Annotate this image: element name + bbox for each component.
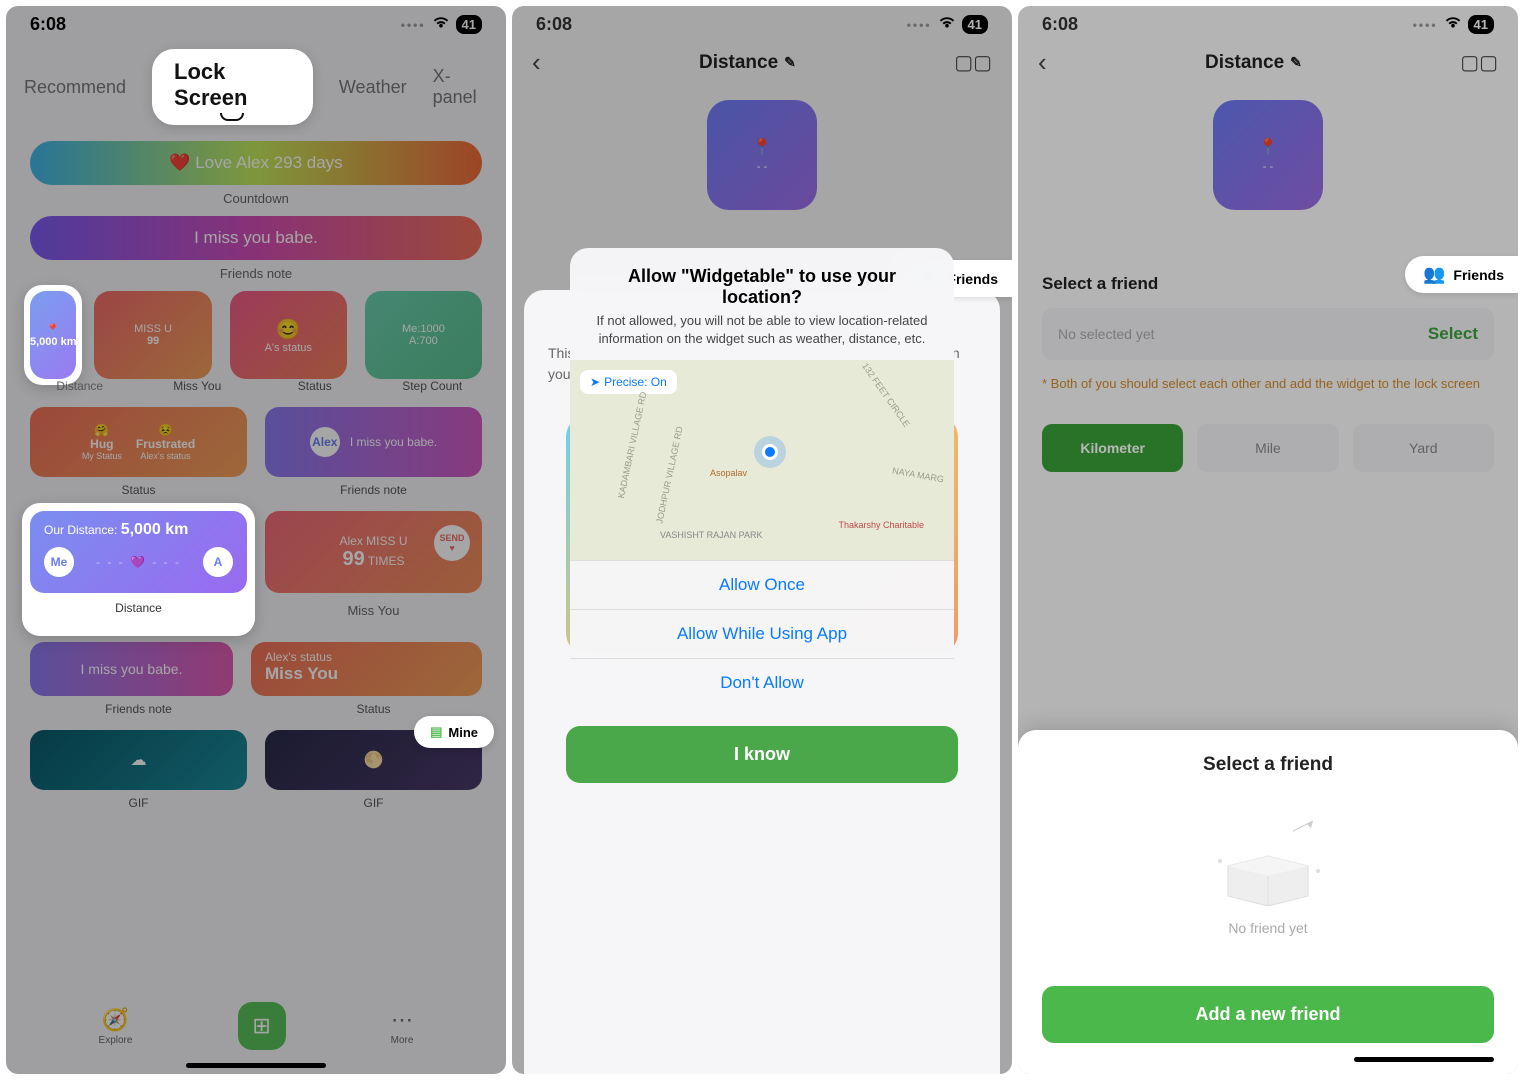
select-friend-sheet: Select a friend No friend yet Add a new … [1018, 730, 1518, 1074]
layers-icon: ▤ [430, 724, 442, 740]
distance-label: Distance [30, 379, 130, 393]
hearts-icon: - - - 💜 - - - [74, 555, 203, 569]
distance-widget-medium[interactable]: Our Distance: 5,000 km Me - - - 💜 - - - … [30, 511, 247, 593]
add-friend-button[interactable]: Add a new friend [1042, 986, 1494, 1043]
location-arrow-icon: ➤ [590, 375, 600, 389]
sheet-title: Select a friend [1042, 754, 1494, 776]
empty-state-icon [1208, 816, 1328, 906]
friends-button[interactable]: 👥Friends [1405, 256, 1518, 293]
mine-button[interactable]: ▤Mine [414, 716, 494, 748]
map-preview: ➤Precise: On KADAMBARI VILLAGE RD 132 FE… [570, 360, 954, 560]
friend-avatar: A [203, 547, 233, 577]
precise-toggle[interactable]: ➤Precise: On [580, 370, 677, 394]
distance-widget-small[interactable]: 📍 5,000 km [30, 291, 76, 379]
allow-while-using-button[interactable]: Allow While Using App [570, 609, 954, 658]
tab-lockscreen[interactable]: Lock Screen [152, 49, 313, 125]
dialog-title: Allow "Widgetable" to use your location? [570, 248, 954, 312]
empty-state-text: No friend yet [1042, 920, 1494, 936]
current-location-dot [762, 444, 778, 460]
i-know-button[interactable]: I know [566, 726, 958, 783]
allow-once-button[interactable]: Allow Once [570, 560, 954, 609]
location-permission-dialog: Allow "Widgetable" to use your location?… [570, 248, 954, 707]
me-avatar: Me [44, 547, 74, 577]
pin-icon: 📍 [46, 323, 60, 336]
distance-label-2: Distance [30, 601, 247, 615]
home-indicator[interactable] [1354, 1057, 1494, 1062]
friends-icon: 👥 [1423, 264, 1445, 285]
dialog-subtitle: If not allowed, you will not be able to … [570, 312, 954, 360]
dont-allow-button[interactable]: Don't Allow [570, 658, 954, 707]
distance-value: 5,000 km [30, 336, 76, 348]
